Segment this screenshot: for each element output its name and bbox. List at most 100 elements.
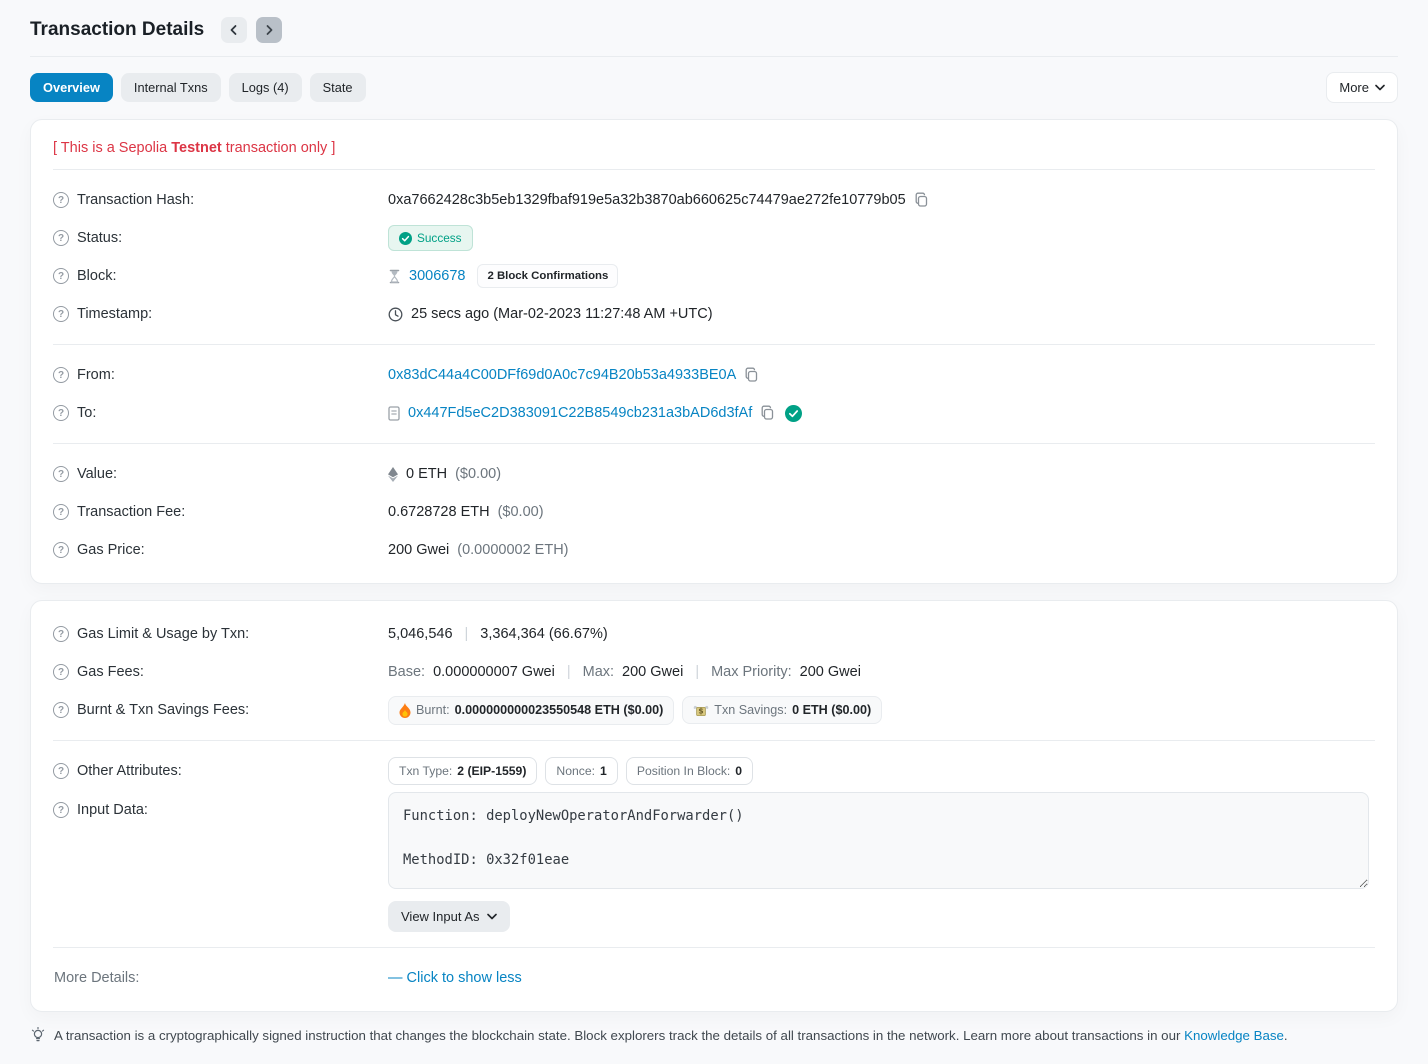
tabs-bar: Overview Internal Txns Logs (4) State Mo… [30, 72, 1398, 103]
gas-price-label-group: ? Gas Price: [53, 542, 388, 558]
input-data-label-group: ? Input Data: [53, 790, 388, 818]
show-less-toggle-link[interactable]: — Click to show less [388, 970, 522, 986]
gas-limit-usage-label-group: ? Gas Limit & Usage by Txn: [53, 626, 388, 642]
testnet-notice-emphasis: Testnet [171, 140, 222, 156]
svg-text:$: $ [699, 706, 704, 715]
flame-icon [399, 703, 411, 718]
txn-savings-label: Txn Savings: [714, 703, 787, 717]
help-icon[interactable]: ? [53, 802, 69, 818]
value-row: ? Value: 0 ETH ($0.00) [53, 455, 1375, 493]
copy-icon [744, 367, 759, 383]
nonce-badge: Nonce: 1 [545, 757, 617, 785]
from-address-link[interactable]: 0x83dC44a4C00DFf69d0A0c7c94B20b53a4933BE… [388, 367, 736, 383]
txn-type-value: 2 (EIP-1559) [457, 764, 526, 778]
transaction-hash-row: ? Transaction Hash: 0xa7662428c3b5eb1329… [53, 181, 1375, 219]
to-label: To: [77, 405, 96, 421]
divider [53, 169, 1375, 170]
to-address-link[interactable]: 0x447Fd5eC2D383091C22B8549cb231a3bAD6d3f… [408, 405, 752, 421]
contract-file-icon [388, 406, 400, 421]
copy-icon [760, 405, 775, 421]
transaction-fee-usd: ($0.00) [498, 504, 544, 520]
testnet-notice: [ This is a Sepolia Testnet transaction … [53, 134, 1375, 158]
max-fee-value: 200 Gwei [622, 664, 683, 680]
overview-card: [ This is a Sepolia Testnet transaction … [30, 119, 1398, 584]
more-details-label: More Details: [54, 970, 139, 986]
more-details-label-group: More Details: [53, 970, 388, 986]
tab-internal-txns[interactable]: Internal Txns [121, 73, 221, 102]
more-label: More [1339, 80, 1369, 95]
tab-logs[interactable]: Logs (4) [229, 73, 302, 102]
burnt-label: Burnt: [416, 703, 450, 717]
page-footer: A transaction is a cryptographically sig… [30, 1027, 1398, 1043]
nonce-label: Nonce: [556, 764, 595, 778]
help-icon[interactable]: ? [53, 702, 69, 718]
gas-price-label: Gas Price: [77, 542, 145, 558]
footer-text: A transaction is a cryptographically sig… [54, 1028, 1288, 1043]
separator: | [461, 626, 473, 642]
help-icon[interactable]: ? [53, 466, 69, 482]
view-input-as-button[interactable]: View Input As [388, 901, 510, 932]
gas-price-alt: (0.0000002 ETH) [457, 542, 568, 558]
from-label: From: [77, 367, 115, 383]
value-label: Value: [77, 466, 117, 482]
max-priority-fee-value: 200 Gwei [800, 664, 861, 680]
previous-transaction-button[interactable] [221, 17, 247, 43]
verified-check-icon [785, 405, 802, 422]
tab-overview[interactable]: Overview [30, 73, 113, 102]
copy-to-address-button[interactable] [760, 405, 775, 421]
copy-from-address-button[interactable] [744, 367, 759, 383]
page-header: Transaction Details [30, 0, 1398, 57]
knowledge-base-link[interactable]: Knowledge Base [1184, 1028, 1284, 1043]
other-attributes-label: Other Attributes: [77, 763, 182, 779]
input-data-textarea[interactable]: Function: deployNewOperatorAndForwarder(… [388, 792, 1369, 889]
separator: | [563, 664, 575, 680]
help-icon[interactable]: ? [53, 405, 69, 421]
help-icon[interactable]: ? [53, 504, 69, 520]
divider [53, 344, 1375, 345]
gas-usage-value: 3,364,364 (66.67%) [480, 626, 607, 642]
transaction-hash-value: 0xa7662428c3b5eb1329fbaf919e5a32b3870ab6… [388, 192, 906, 208]
position-in-block-badge: Position In Block: 0 [626, 757, 753, 785]
chevron-down-icon [487, 913, 497, 920]
help-icon[interactable]: ? [53, 192, 69, 208]
gas-fees-label: Gas Fees: [77, 664, 144, 680]
separator: | [691, 664, 703, 680]
transaction-fee-amount: 0.6728728 ETH [388, 504, 490, 520]
status-label-group: ? Status: [53, 230, 388, 246]
divider [53, 740, 1375, 741]
block-number-link[interactable]: 3006678 [409, 268, 465, 284]
help-icon[interactable]: ? [53, 542, 69, 558]
help-icon[interactable]: ? [53, 367, 69, 383]
gas-limit-usage-row: ? Gas Limit & Usage by Txn: 5,046,546 | … [53, 615, 1375, 653]
footer-suffix: . [1284, 1028, 1288, 1043]
footer-description: A transaction is a cryptographically sig… [54, 1028, 1184, 1043]
more-dropdown-button[interactable]: More [1326, 72, 1398, 103]
copy-icon [914, 192, 929, 208]
testnet-notice-suffix: transaction only ] [222, 140, 336, 156]
transaction-fee-label-group: ? Transaction Fee: [53, 504, 388, 520]
timestamp-label-group: ? Timestamp: [53, 306, 388, 322]
divider [53, 947, 1375, 948]
help-icon[interactable]: ? [53, 268, 69, 284]
to-row: ? To: 0x447Fd5eC2D383091C22B8549cb231a3b… [53, 394, 1375, 432]
help-icon[interactable]: ? [53, 306, 69, 322]
burnt-savings-label: Burnt & Txn Savings Fees: [77, 702, 249, 718]
help-icon[interactable]: ? [53, 763, 69, 779]
copy-transaction-hash-button[interactable] [914, 192, 929, 208]
chevron-right-icon [263, 24, 275, 36]
other-attributes-row: ? Other Attributes: Txn Type: 2 (EIP-155… [53, 752, 1375, 790]
transaction-fee-row: ? Transaction Fee: 0.6728728 ETH ($0.00) [53, 493, 1375, 531]
status-badge: Success [388, 225, 473, 251]
help-icon[interactable]: ? [53, 230, 69, 246]
hourglass-icon [388, 269, 401, 284]
txn-type-badge: Txn Type: 2 (EIP-1559) [388, 757, 537, 785]
block-confirmations-badge: 2 Block Confirmations [477, 264, 618, 288]
help-icon[interactable]: ? [53, 664, 69, 680]
next-transaction-button[interactable] [256, 17, 282, 43]
input-data-row: ? Input Data: Function: deployNewOperato… [53, 790, 1375, 936]
tab-state[interactable]: State [310, 73, 366, 102]
timestamp-label: Timestamp: [77, 306, 152, 322]
status-label: Status: [77, 230, 122, 246]
help-icon[interactable]: ? [53, 626, 69, 642]
txn-savings-badge: $ Txn Savings: 0 ETH ($0.00) [682, 696, 882, 724]
